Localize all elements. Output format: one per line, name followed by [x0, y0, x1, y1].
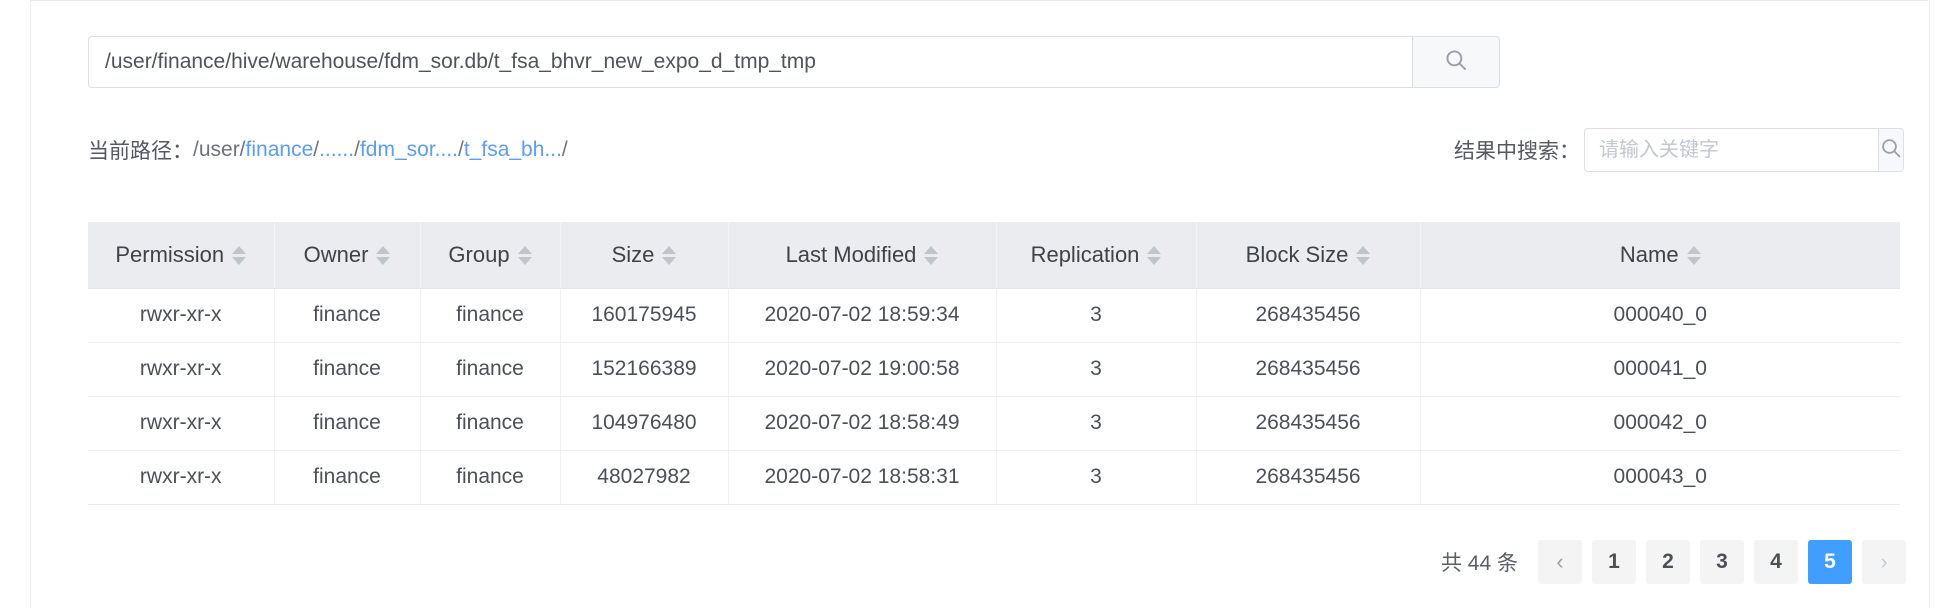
cell-group: finance	[420, 288, 561, 343]
cell-owner: finance	[274, 450, 421, 505]
cell-permission: rwxr-xr-x	[88, 450, 275, 505]
cell-last-modified: 2020-07-02 19:00:58	[728, 342, 997, 397]
column-label: Owner	[303, 241, 369, 267]
cell-permission: rwxr-xr-x	[88, 396, 275, 451]
column-label: Size	[611, 241, 655, 267]
breadcrumb-segment-table[interactable]: t_fsa_bh...	[464, 138, 562, 162]
panel-top-divider	[30, 0, 1928, 1]
pagination: 共 44 条 ‹ 1 2 3 4 5 ›	[1441, 540, 1906, 584]
column-label: Replication	[1030, 241, 1140, 267]
cell-replication: 3	[996, 342, 1197, 397]
breadcrumb-root: /user/	[193, 138, 246, 161]
chevron-right-icon: ›	[1880, 549, 1888, 574]
search-icon	[1443, 47, 1469, 78]
column-header-permission[interactable]: Permission	[88, 222, 275, 289]
cell-last-modified: 2020-07-02 18:58:31	[728, 450, 997, 505]
pagination-next-button[interactable]: ›	[1862, 540, 1906, 584]
column-header-last-modified[interactable]: Last Modified	[728, 222, 997, 289]
file-table-container: Permission Owner Group Size Last Modifie…	[88, 222, 1900, 505]
cell-name[interactable]: 000040_0	[1420, 288, 1900, 343]
pagination-page-2[interactable]: 2	[1646, 540, 1690, 584]
sort-icon[interactable]	[232, 246, 247, 266]
pagination-page-4[interactable]: 4	[1754, 540, 1798, 584]
cell-group: finance	[420, 450, 561, 505]
chevron-left-icon: ‹	[1556, 549, 1564, 574]
cell-size: 104976480	[560, 396, 729, 451]
table-header-row: Permission Owner Group Size Last Modifie…	[88, 222, 1900, 289]
panel-left-border	[30, 0, 31, 608]
file-browser-page: 当前路径： /user/ finance / ...... / fdm_sor.…	[0, 0, 1958, 608]
column-header-name[interactable]: Name	[1420, 222, 1900, 289]
result-search-input[interactable]	[1584, 128, 1878, 172]
sort-icon[interactable]	[1356, 246, 1371, 266]
cell-size: 152166389	[560, 342, 729, 397]
cell-last-modified: 2020-07-02 18:59:34	[728, 288, 997, 343]
cell-block-size: 268435456	[1196, 288, 1421, 343]
cell-owner: finance	[274, 288, 421, 343]
column-header-owner[interactable]: Owner	[274, 222, 421, 289]
breadcrumb-segment-fdm-sor[interactable]: fdm_sor....	[360, 138, 458, 162]
cell-replication: 3	[996, 396, 1197, 451]
breadcrumb-segment-ellipsis[interactable]: ......	[319, 138, 354, 162]
column-label: Block Size	[1245, 241, 1349, 267]
sort-icon[interactable]	[1147, 246, 1162, 266]
path-input[interactable]	[88, 36, 1412, 88]
cell-name[interactable]: 000041_0	[1420, 342, 1900, 397]
sort-icon[interactable]	[924, 246, 939, 266]
result-search-button[interactable]	[1878, 128, 1904, 172]
breadcrumb-segment-finance[interactable]: finance	[246, 138, 314, 162]
sort-icon[interactable]	[517, 246, 532, 266]
cell-size: 160175945	[560, 288, 729, 343]
column-header-replication[interactable]: Replication	[996, 222, 1197, 289]
column-label: Group	[448, 241, 510, 267]
cell-owner: finance	[274, 342, 421, 397]
column-header-size[interactable]: Size	[560, 222, 729, 289]
cell-replication: 3	[996, 288, 1197, 343]
cell-permission: rwxr-xr-x	[88, 288, 275, 343]
cell-block-size: 268435456	[1196, 396, 1421, 451]
pagination-page-1[interactable]: 1	[1592, 540, 1636, 584]
pagination-prev-button[interactable]: ‹	[1538, 540, 1582, 584]
cell-block-size: 268435456	[1196, 450, 1421, 505]
table-row[interactable]: rwxr-xr-x finance finance 152166389 2020…	[88, 342, 1900, 397]
file-table: Permission Owner Group Size Last Modifie…	[88, 222, 1900, 505]
breadcrumb-separator: /	[561, 138, 568, 161]
cell-name[interactable]: 000043_0	[1420, 450, 1900, 505]
cell-owner: finance	[274, 396, 421, 451]
column-header-block-size[interactable]: Block Size	[1196, 222, 1421, 289]
column-label: Last Modified	[785, 241, 917, 267]
breadcrumb-label: 当前路径：	[88, 140, 193, 163]
pagination-page-5[interactable]: 5	[1808, 540, 1852, 584]
search-icon	[1879, 136, 1903, 165]
path-search-button[interactable]	[1412, 36, 1500, 88]
cell-name[interactable]: 000042_0	[1420, 396, 1900, 451]
table-row[interactable]: rwxr-xr-x finance finance 48027982 2020-…	[88, 450, 1900, 505]
breadcrumb-row: 当前路径： /user/ finance / ...... / fdm_sor.…	[88, 128, 1904, 172]
column-header-group[interactable]: Group	[420, 222, 561, 289]
result-search-label: 结果中搜索：	[1454, 140, 1580, 163]
column-label: Name	[1619, 241, 1679, 267]
pagination-total: 共 44 条	[1440, 552, 1518, 575]
path-search-bar	[88, 36, 1500, 88]
cell-permission: rwxr-xr-x	[88, 342, 275, 397]
cell-group: finance	[420, 342, 561, 397]
table-row[interactable]: rwxr-xr-x finance finance 104976480 2020…	[88, 396, 1900, 451]
panel-right-border	[1929, 0, 1930, 608]
sort-icon[interactable]	[1686, 246, 1701, 266]
sort-icon[interactable]	[662, 246, 677, 266]
cell-size: 48027982	[560, 450, 729, 505]
sort-icon[interactable]	[376, 246, 391, 266]
cell-block-size: 268435456	[1196, 342, 1421, 397]
cell-last-modified: 2020-07-02 18:58:49	[728, 396, 997, 451]
cell-replication: 3	[996, 450, 1197, 505]
pagination-page-3[interactable]: 3	[1700, 540, 1744, 584]
table-row[interactable]: rwxr-xr-x finance finance 160175945 2020…	[88, 288, 1900, 343]
result-search-group	[1584, 128, 1904, 172]
cell-group: finance	[420, 396, 561, 451]
column-label: Permission	[115, 241, 225, 267]
